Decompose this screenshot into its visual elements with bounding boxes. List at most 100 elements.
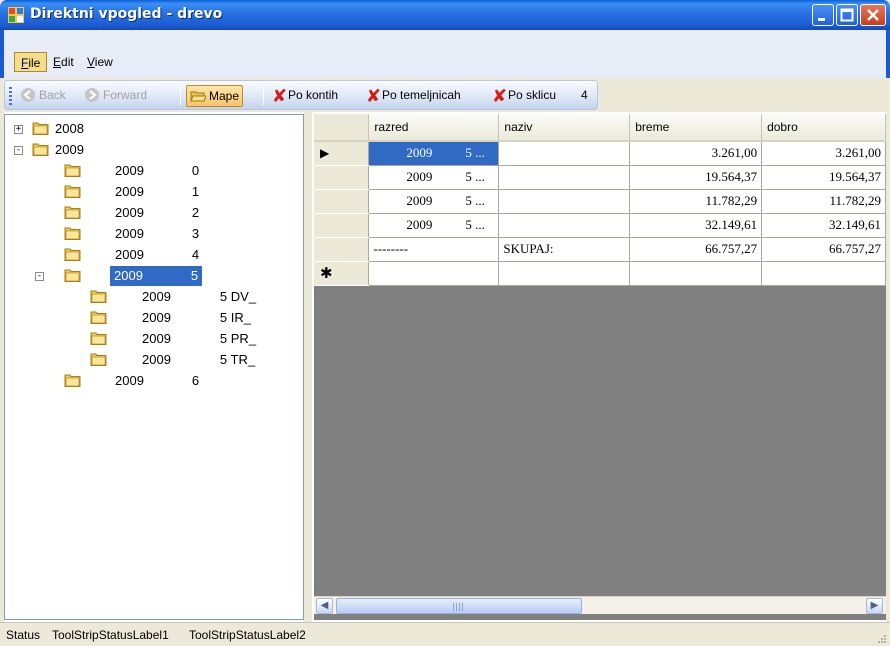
status-label-1: ToolStripStatusLabel1	[52, 628, 169, 642]
tree-node[interactable]: 2009 4	[5, 245, 303, 265]
column-header-dobro[interactable]: dobro	[761, 114, 886, 142]
folder-icon	[90, 331, 108, 346]
tree-node-label: 2009 3	[115, 224, 199, 244]
tree-node[interactable]: 2009 6	[5, 371, 303, 391]
node-year: 2009	[115, 163, 144, 178]
table-row[interactable]: -------- SKUPAJ: 66.757,27 66.757,27	[314, 237, 886, 262]
collapse-icon[interactable]: -	[35, 272, 44, 281]
cell-naziv[interactable]	[498, 165, 631, 190]
cell-breme[interactable]: 11.782,29	[629, 189, 763, 214]
cell-dobro[interactable]: 66.757,27	[761, 237, 886, 262]
tree-node[interactable]: +2008	[5, 119, 303, 139]
tree-node[interactable]: 2009 0	[5, 161, 303, 181]
table-row[interactable]: 2009 5 ... 19.564,37 19.564,37	[314, 165, 886, 190]
tree-node[interactable]: - 2009 5	[5, 266, 303, 286]
mape-button[interactable]: Mape	[186, 85, 244, 107]
corner-header[interactable]	[314, 114, 370, 142]
node-code: 5 IR_	[219, 310, 251, 325]
toolbar-separator	[180, 87, 181, 105]
status-bar: Status ToolStripStatusLabel1 ToolStripSt…	[0, 622, 890, 646]
maximize-button[interactable]	[836, 4, 858, 26]
new-row-cell[interactable]	[629, 261, 763, 286]
new-row-marker[interactable]: ✱	[314, 261, 370, 286]
splitter[interactable]	[304, 112, 312, 622]
menu-edit[interactable]: Edit	[47, 52, 80, 72]
horizontal-scrollbar[interactable]: ◀ ▶	[314, 596, 886, 614]
expand-icon[interactable]: +	[14, 125, 23, 134]
tree-node[interactable]: 2009 1	[5, 182, 303, 202]
back-arrow-icon	[21, 88, 35, 102]
tree-node[interactable]: 2009 5 IR_	[5, 308, 303, 328]
cell-razred[interactable]: 2009 5 ...	[368, 141, 500, 166]
resize-grip-icon[interactable]	[876, 633, 886, 643]
cell-razred[interactable]: 2009 5 ...	[368, 165, 500, 190]
new-row-cell[interactable]	[498, 261, 631, 286]
scroll-thumb[interactable]	[336, 598, 582, 614]
minimize-button[interactable]	[812, 4, 834, 26]
table-row[interactable]: ▶ 2009 5 ... 3.261,00 3.261,00	[314, 141, 886, 166]
cell-razred[interactable]: 2009 5 ...	[368, 189, 500, 214]
node-code: 5 DV_	[219, 289, 257, 304]
cell-dobro[interactable]: 32.149,61	[761, 213, 886, 238]
tree-node[interactable]: 2009 3	[5, 224, 303, 244]
row-header[interactable]	[314, 165, 370, 190]
forward-button[interactable]: Forward	[81, 85, 150, 107]
node-code: 2	[191, 205, 200, 220]
folder-icon	[64, 226, 82, 241]
new-row[interactable]: ✱	[314, 261, 886, 286]
table-row[interactable]: 2009 5 ... 32.149,61 32.149,61	[314, 213, 886, 238]
column-header-razred[interactable]: razred	[368, 114, 500, 142]
new-row-cell[interactable]	[761, 261, 886, 286]
menu-file[interactable]: File	[14, 52, 48, 72]
cell-breme[interactable]: 3.261,00	[629, 141, 763, 166]
cell-dobro[interactable]: 19.564,37	[761, 165, 886, 190]
scroll-right-button[interactable]: ▶	[866, 598, 883, 614]
folder-icon	[90, 289, 108, 304]
scroll-grip	[453, 603, 465, 611]
title-bar[interactable]: Direktni vpogled - drevo	[0, 0, 890, 30]
table-row[interactable]: 2009 5 ... 11.782,29 11.782,29	[314, 189, 886, 214]
row-header[interactable]	[314, 237, 370, 262]
cell-dobro[interactable]: 3.261,00	[761, 141, 886, 166]
cell-breme[interactable]: 66.757,27	[629, 237, 763, 262]
back-button[interactable]: Back	[17, 85, 69, 107]
scroll-left-button[interactable]: ◀	[316, 598, 333, 614]
tree-node[interactable]: 2009 5 PR_	[5, 329, 303, 349]
tree-node[interactable]: 2009 5 DV_	[5, 287, 303, 307]
cell-naziv[interactable]	[498, 189, 631, 214]
cell-dobro[interactable]: 11.782,29	[761, 189, 886, 214]
node-code: 5 PR_	[219, 331, 257, 346]
tree-node-label: 2009 2	[115, 203, 199, 223]
po-kontih-button[interactable]: ✘Po kontih	[269, 85, 341, 107]
row-header[interactable]	[314, 189, 370, 214]
cell-naziv[interactable]: SKUPAJ:	[498, 237, 631, 262]
cell-naziv[interactable]	[498, 213, 631, 238]
cell-breme[interactable]: 19.564,37	[629, 165, 763, 190]
row-header[interactable]: ▶	[314, 141, 370, 166]
collapse-icon[interactable]: -	[14, 146, 23, 155]
po-temeljnicah-button[interactable]: ✘Po temeljnicah	[363, 85, 464, 107]
cell-naziv[interactable]	[498, 141, 631, 166]
node-code: 5 TR_	[219, 352, 256, 367]
folder-icon	[64, 163, 82, 178]
cell-breme[interactable]: 32.149,61	[629, 213, 763, 238]
tree-view[interactable]: +2008 - 2009 2009 0 2009 1 2009 2 2009 3 2009 4 - 2009…	[4, 114, 304, 620]
toolbar-count-label: 4	[581, 88, 588, 102]
cell-razred[interactable]: 2009 5 ...	[368, 213, 500, 238]
tree-node-label: 2008	[55, 121, 84, 136]
menu-view[interactable]: View	[81, 52, 119, 72]
maximize-icon	[840, 8, 854, 22]
close-button[interactable]	[860, 4, 886, 26]
column-header-naziv[interactable]: naziv	[498, 114, 631, 142]
razred-year: 2009	[406, 217, 433, 232]
tree-node[interactable]: 2009 5 TR_	[5, 350, 303, 370]
cell-razred[interactable]: --------	[368, 237, 500, 262]
row-header[interactable]	[314, 213, 370, 238]
column-header-breme[interactable]: breme	[629, 114, 763, 142]
tree-node[interactable]: 2009 2	[5, 203, 303, 223]
po-sklicu-button[interactable]: ✘Po sklicu	[489, 85, 559, 107]
data-grid[interactable]: razred naziv breme dobro ▶ 2009 5 ... 3.261…	[314, 114, 886, 620]
toolbar-grip[interactable]	[9, 87, 12, 105]
new-row-cell[interactable]	[368, 261, 500, 286]
tree-node[interactable]: - 2009	[5, 140, 303, 160]
